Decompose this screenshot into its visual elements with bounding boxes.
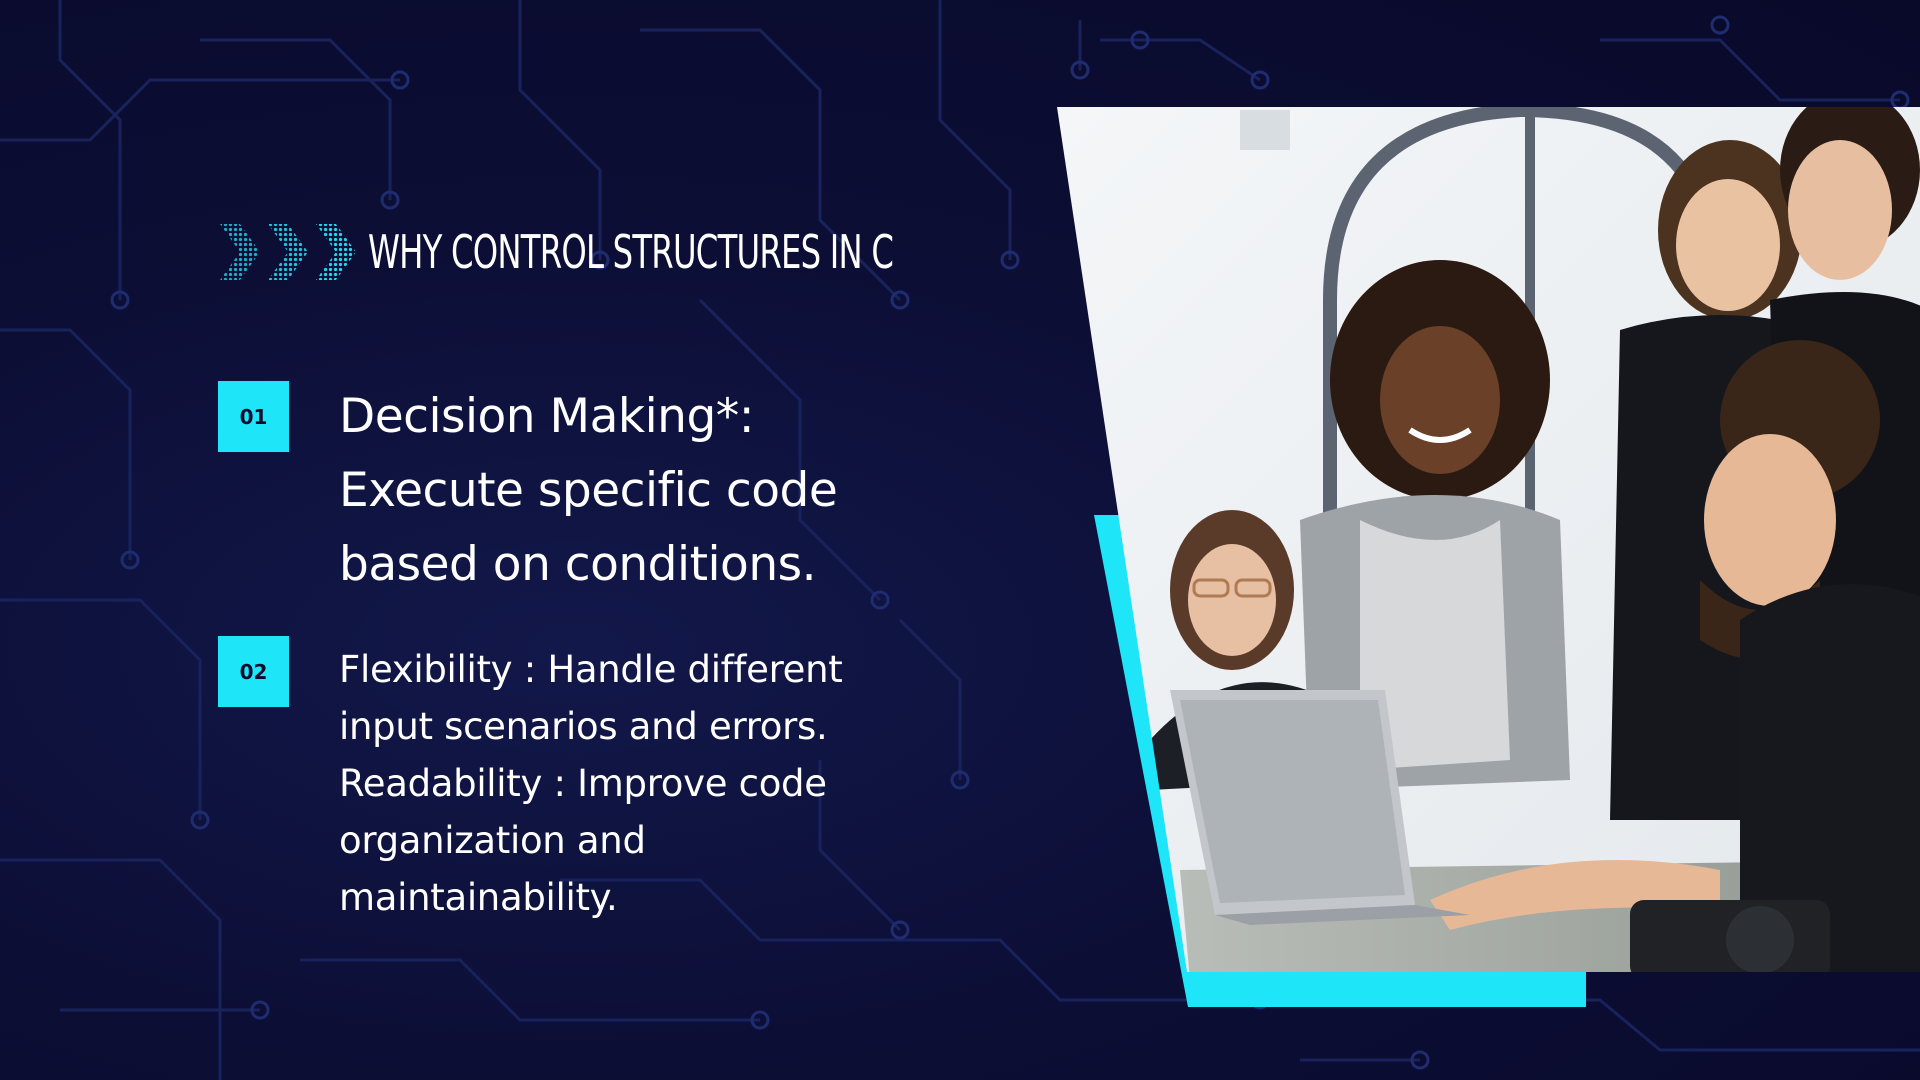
team-photo-panel — [1057, 107, 1920, 1007]
slide: WHY CONTROL STRUCTURES IN C 01 Decision … — [0, 0, 1920, 1080]
